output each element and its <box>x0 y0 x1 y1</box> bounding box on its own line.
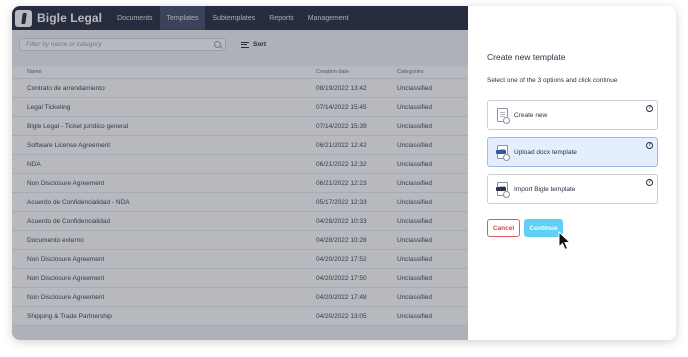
panel-title: Create new template <box>487 52 566 62</box>
document-icon <box>497 108 510 124</box>
option-create-new[interactable]: Create new ? <box>487 100 658 130</box>
option-import-bigle[interactable]: Import Bigle template ? <box>487 174 658 204</box>
panel-subtitle: Select one of the 3 options and click co… <box>487 77 618 84</box>
cancel-button[interactable]: Cancel <box>487 219 520 237</box>
option-upload-docx[interactable]: Upload docx template ? <box>487 137 658 167</box>
option-label: Upload docx template <box>514 149 577 156</box>
docx-file-icon <box>496 145 510 161</box>
help-icon[interactable]: ? <box>646 179 653 186</box>
help-icon[interactable]: ? <box>646 142 653 149</box>
app-window: Bigle Legal Documents Templates Subtempl… <box>12 6 676 340</box>
create-template-panel: Create new template Select one of the 3 … <box>468 6 676 340</box>
help-icon[interactable]: ? <box>646 105 653 112</box>
option-label: Create new <box>514 112 548 119</box>
bigle-file-icon <box>496 182 510 198</box>
modal-backdrop[interactable] <box>12 6 468 340</box>
option-label: Import Bigle template <box>514 186 576 193</box>
mouse-pointer-icon <box>558 231 572 251</box>
